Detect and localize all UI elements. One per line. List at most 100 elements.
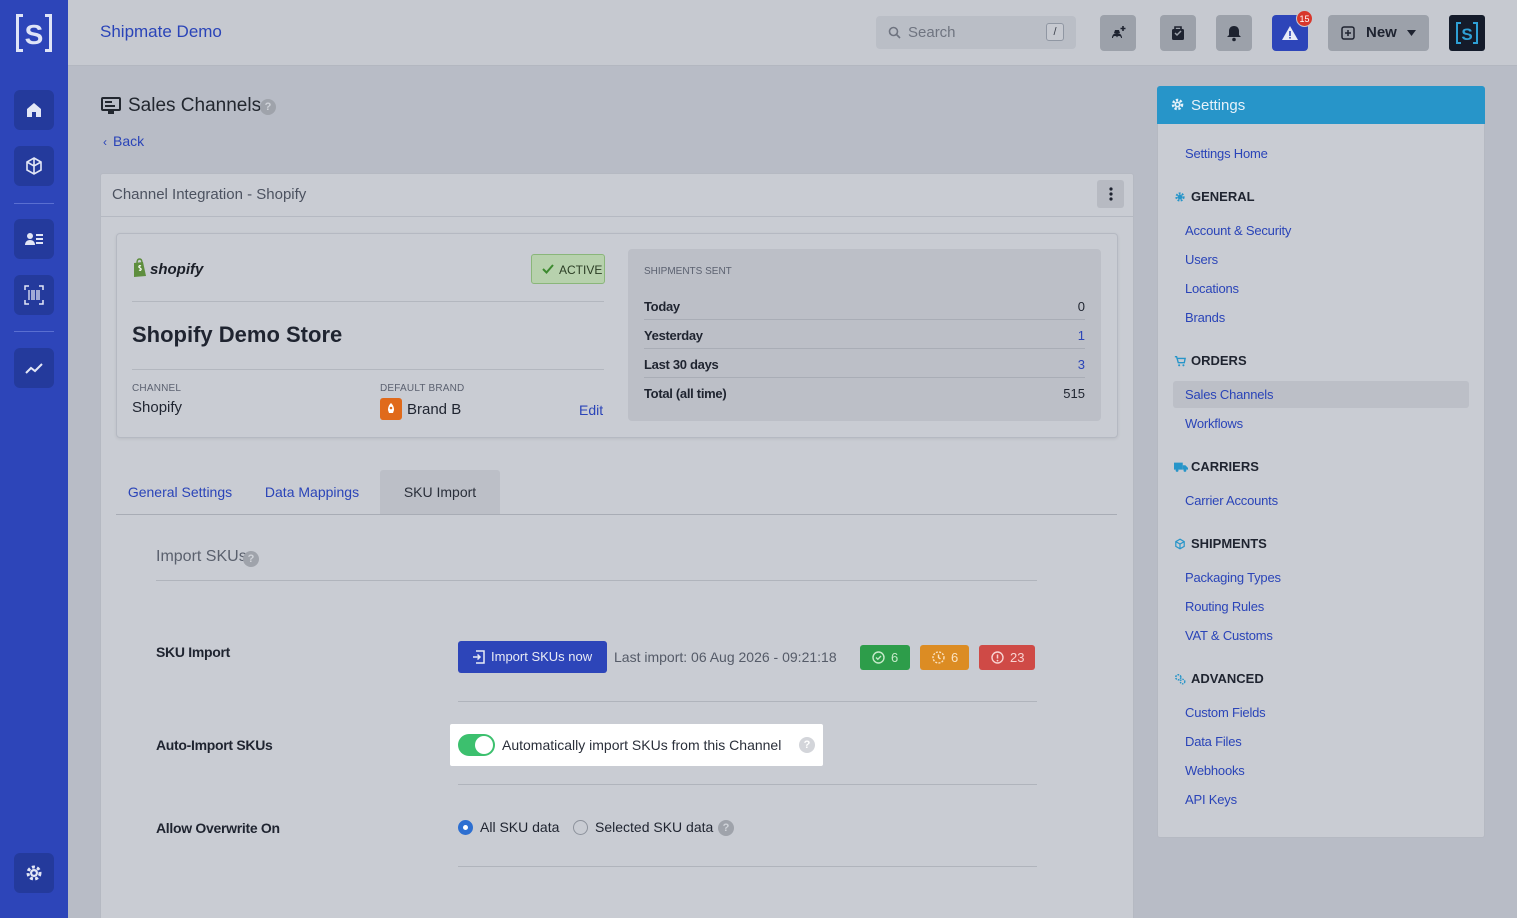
home-icon[interactable] [14,90,54,130]
more-options-icon[interactable] [1097,180,1124,208]
search-icon [888,26,901,39]
radio-selected-sku-data-label[interactable]: Selected SKU data [595,819,713,835]
settings-item[interactable]: VAT & Customs [1185,628,1273,643]
settings-section-general: GENERAL [1191,189,1255,204]
radio-selected-sku-data[interactable] [573,820,588,835]
truck-icon [1174,462,1188,472]
settings-item[interactable]: Data Files [1185,734,1242,749]
tab-data-mappings[interactable]: Data Mappings [252,470,372,514]
settings-item[interactable]: Carrier Accounts [1185,493,1278,508]
help-icon[interactable]: ? [799,737,815,753]
box-icon[interactable] [14,146,54,186]
settings-item[interactable]: Routing Rules [1185,599,1264,614]
tab-general-settings[interactable]: General Settings [116,470,244,514]
shopify-bag-icon [134,258,146,277]
divider [644,377,1085,378]
shipments-link[interactable]: 1 [1078,328,1085,343]
tab-sku-import[interactable]: SKU Import [380,470,500,514]
error-circle-icon [991,651,1004,664]
barcode-icon[interactable] [14,275,54,315]
divider [458,866,1037,867]
monitor-icon [101,97,121,114]
settings-section-carriers: CARRIERS [1191,459,1259,474]
app-logo-icon[interactable]: S [14,12,54,54]
help-icon[interactable]: ? [718,820,734,836]
card-title: Channel Integration - Shopify [112,186,307,203]
settings-gear-icon[interactable] [14,853,54,893]
plus-square-icon [1341,26,1355,40]
divider [156,580,1037,581]
gears-icon [1174,673,1186,685]
analytics-icon[interactable] [14,348,54,388]
gear-icon [1171,98,1184,111]
radio-all-sku-data[interactable] [458,820,473,835]
svg-text:S: S [25,19,44,50]
svg-text:S: S [1461,25,1472,44]
auto-import-toggle[interactable] [458,734,495,756]
settings-item-active[interactable]: Sales Channels [1185,387,1273,402]
check-circle-icon [872,651,885,664]
shipments-title: SHIPMENTS SENT [644,266,732,277]
section-title: Import SKUs [156,548,247,565]
error-count-badge[interactable]: 23 [979,645,1035,670]
status-badge: ACTIVE [531,254,605,284]
nav-divider [14,203,54,204]
last-import-timestamp: Last import: 06 Aug 2026 - 09:21:18 [614,649,837,665]
check-icon [542,264,554,274]
ai-assistant-icon[interactable] [1100,15,1136,51]
settings-home-link[interactable]: Settings Home [1185,146,1268,161]
bell-icon[interactable] [1216,15,1252,51]
shopify-logo: shopify [132,258,203,278]
default-brand-value: Brand B [407,401,462,418]
channel-caption: CHANNEL [132,383,182,394]
help-icon[interactable]: ? [243,551,259,567]
settings-item[interactable]: Webhooks [1185,763,1245,778]
settings-item[interactable]: API Keys [1185,792,1237,807]
edit-brand-link[interactable]: Edit [579,402,603,418]
help-icon[interactable]: ? [260,99,276,115]
page-title: Sales Channels [128,95,262,116]
app-title[interactable]: Shipmate Demo [100,22,222,42]
shipments-link[interactable]: 3 [1078,357,1085,372]
new-button-label: New [1366,24,1397,41]
overwrite-label: Allow Overwrite On [156,820,280,836]
settings-item[interactable]: Workflows [1185,416,1243,431]
search-input[interactable]: Search / [876,16,1076,49]
auto-import-text: Automatically import SKUs from this Chan… [502,737,782,753]
account-avatar[interactable]: S [1449,15,1485,51]
divider [644,319,1085,320]
contacts-icon[interactable] [14,219,54,259]
success-count-badge[interactable]: 6 [860,645,910,670]
auto-import-label: Auto-Import SKUs [156,737,273,753]
settings-section-shipments: SHIPMENTS [1191,536,1267,551]
toggle-knob [475,736,493,754]
chevron-left-icon: ‹ [103,135,107,149]
divider [644,348,1085,349]
pending-count-badge[interactable]: 6 [920,645,969,670]
bag-icon[interactable] [1160,15,1196,51]
radio-all-sku-data-label[interactable]: All SKU data [480,819,559,835]
divider [458,784,1037,785]
brand-icon [380,398,402,420]
settings-item[interactable]: Locations [1185,281,1239,296]
import-skus-button[interactable]: Import SKUs now [458,641,607,673]
store-name: Shopify Demo Store [132,322,343,347]
cart-icon [1174,356,1186,367]
settings-item[interactable]: Users [1185,252,1218,267]
import-icon [473,650,485,664]
box-icon [1175,538,1185,550]
back-link[interactable]: ‹ Back [103,133,144,149]
divider [132,369,604,370]
nav-divider [14,331,54,332]
settings-item[interactable]: Account & Security [1185,223,1291,238]
new-button[interactable]: New [1328,15,1429,51]
settings-item[interactable]: Brands [1185,310,1225,325]
brand-logo-icon: S [1456,22,1478,44]
search-shortcut: / [1046,23,1064,41]
settings-title: Settings [1191,97,1246,114]
back-label: Back [113,133,145,149]
settings-item[interactable]: Custom Fields [1185,705,1266,720]
gear-icon [1175,192,1185,202]
settings-item[interactable]: Packaging Types [1185,570,1281,585]
channel-value: Shopify [132,399,183,416]
